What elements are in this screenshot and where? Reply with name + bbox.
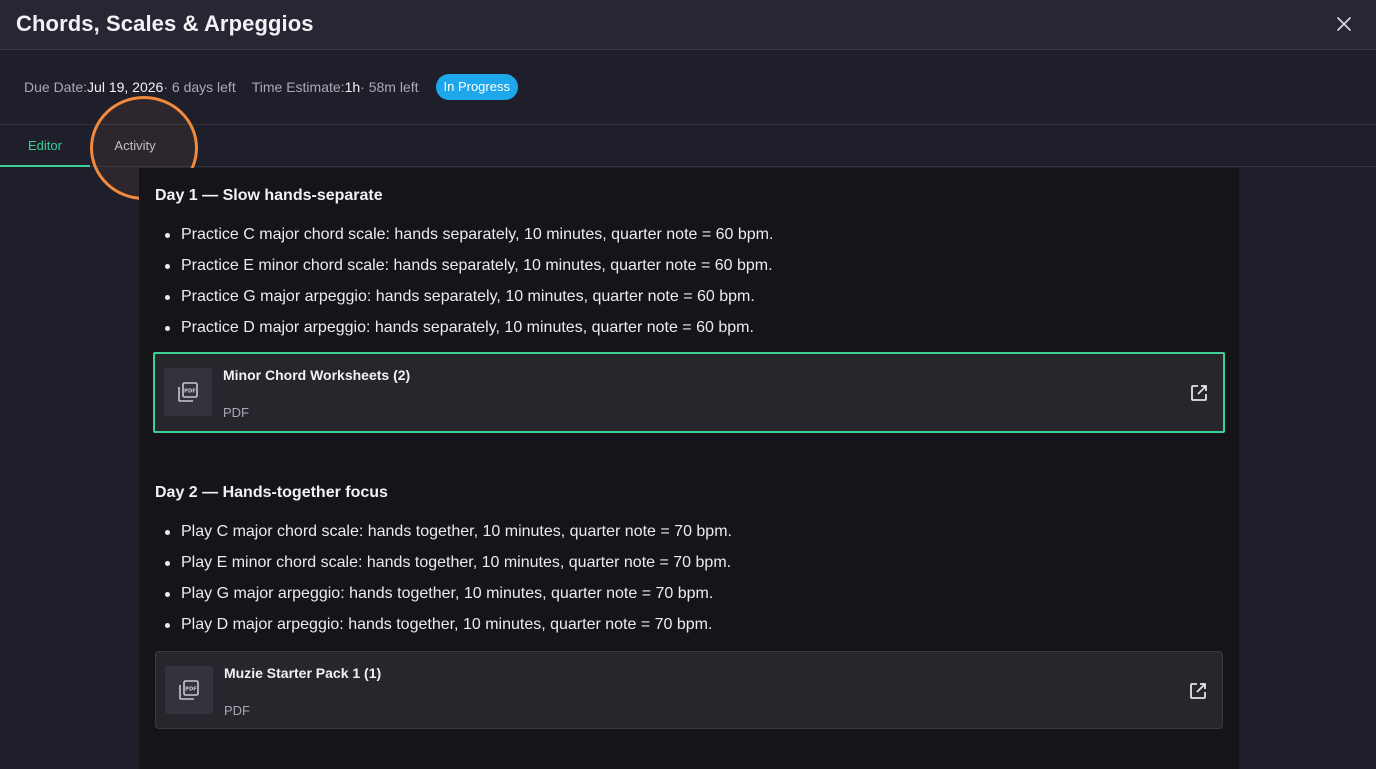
editor-content[interactable]: Day 1 — Slow hands-separate Practice C m… <box>139 168 1239 769</box>
list-item: Practice C major chord scale: hands sepa… <box>155 225 773 256</box>
external-link-icon <box>1190 683 1206 699</box>
tab-bar: Editor Activity <box>0 125 1376 167</box>
tab-editor[interactable]: Editor <box>0 125 90 167</box>
list-item: Play E minor chord scale: hands together… <box>155 553 732 584</box>
time-estimate-label: Time Estimate: <box>251 79 345 95</box>
modal-header: Chords, Scales & Arpeggios <box>0 0 1376 50</box>
open-external-button[interactable] <box>1188 681 1208 701</box>
attachment-type: PDF <box>224 703 250 718</box>
pdf-file-icon: PDF <box>178 382 198 402</box>
close-icon <box>1337 17 1351 31</box>
svg-text:PDF: PDF <box>184 389 196 395</box>
list-item: Practice G major arpeggio: hands separat… <box>155 287 773 318</box>
attachment-card[interactable]: PDF Muzie Starter Pack 1 (1) PDF <box>155 651 1223 729</box>
attachment-name: Minor Chord Worksheets (2) <box>223 367 411 383</box>
task-meta-bar: Due Date: Jul 19, 2026 · 6 days left Tim… <box>0 50 1376 125</box>
attachment-thumbnail: PDF <box>165 666 213 714</box>
list-item: Practice E minor chord scale: hands sepa… <box>155 256 773 287</box>
day-heading: Day 2 — Hands-together focus <box>155 484 388 501</box>
list-item: Play C major chord scale: hands together… <box>155 522 732 553</box>
page-title: Chords, Scales & Arpeggios <box>16 11 314 36</box>
svg-text:PDF: PDF <box>185 687 197 693</box>
tab-activity[interactable]: Activity <box>90 125 180 167</box>
due-date-label: Due Date: <box>24 79 88 95</box>
attachment-card[interactable]: PDF Minor Chord Worksheets (2) PDF <box>153 352 1225 433</box>
attachment-thumbnail: PDF <box>164 368 212 416</box>
list-item: Practice D major arpeggio: hands separat… <box>155 318 773 349</box>
close-button[interactable] <box>1332 12 1356 36</box>
time-estimate-value: 1h <box>344 79 361 95</box>
day-heading: Day 1 — Slow hands-separate <box>155 187 383 204</box>
open-external-button[interactable] <box>1189 383 1209 403</box>
list-item: Play D major arpeggio: hands together, 1… <box>155 615 732 646</box>
external-link-icon <box>1191 385 1207 401</box>
attachment-name: Muzie Starter Pack 1 (1) <box>224 665 382 681</box>
due-date-value: Jul 19, 2026 <box>87 79 164 95</box>
pdf-file-icon: PDF <box>179 680 199 700</box>
list-item: Play G major arpeggio: hands together, 1… <box>155 584 732 615</box>
due-date-remaining: · 6 days left <box>163 79 236 95</box>
time-estimate-remaining: · 58m left <box>360 79 419 95</box>
status-badge[interactable]: In Progress <box>435 74 518 100</box>
practice-list: Practice C major chord scale: hands sepa… <box>155 225 773 349</box>
practice-list: Play C major chord scale: hands together… <box>155 522 732 646</box>
attachment-type: PDF <box>223 405 249 420</box>
